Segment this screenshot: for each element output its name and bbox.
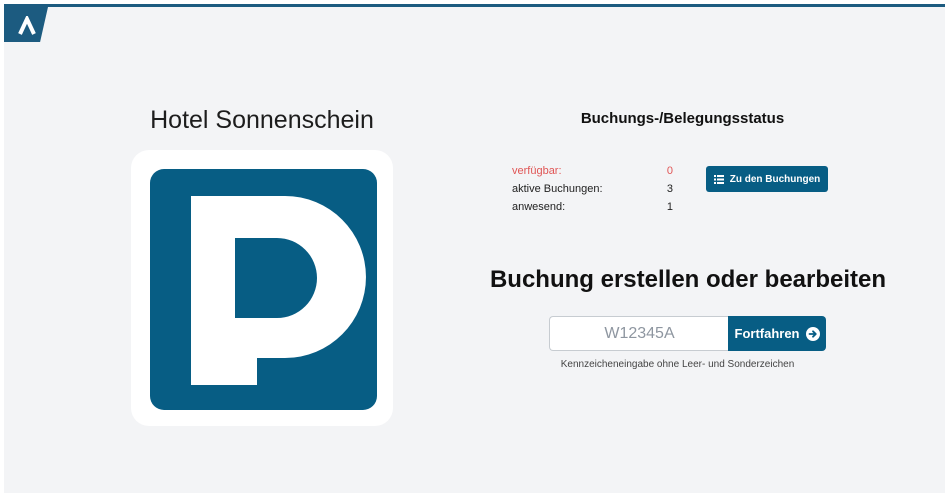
status-title: Buchungs-/Belegungsstatus bbox=[580, 110, 785, 127]
plate-input-hint: Kennzeicheneingabe ohne Leer- und Sonder… bbox=[560, 359, 795, 370]
to-bookings-label: Zu den Buchungen bbox=[729, 173, 821, 185]
arrow-right-circle-icon bbox=[805, 326, 820, 341]
status-value-present: 1 bbox=[666, 201, 673, 213]
to-bookings-button[interactable]: Zu den Buchungen bbox=[706, 166, 828, 192]
parking-sign-icon bbox=[150, 169, 377, 410]
status-value-active-bookings: 3 bbox=[666, 183, 673, 195]
status-label-available: verfügbar: bbox=[512, 165, 562, 177]
brand-a-logo-icon bbox=[18, 16, 36, 35]
status-value-available: 0 bbox=[666, 165, 673, 177]
app-window: Hotel Sonnenschein Buchungs-/Belegungsst… bbox=[0, 0, 945, 495]
status-row-present: anwesend: 1 bbox=[512, 201, 677, 217]
hotel-name: Hotel Sonnenschein bbox=[150, 106, 374, 134]
list-icon bbox=[713, 174, 724, 184]
status-row-available: verfügbar: 0 bbox=[512, 165, 677, 181]
status-row-active-bookings: aktive Buchungen: 3 bbox=[512, 183, 677, 199]
continue-label: Fortfahren bbox=[734, 326, 800, 341]
parking-image-card bbox=[131, 150, 393, 426]
status-label-present: anwesend: bbox=[512, 201, 566, 213]
license-plate-input[interactable] bbox=[549, 316, 729, 351]
status-label-active-bookings: aktive Buchungen: bbox=[512, 183, 603, 195]
booking-title: Buchung erstellen oder bearbeiten bbox=[489, 266, 887, 293]
continue-button[interactable]: Fortfahren bbox=[728, 316, 826, 351]
